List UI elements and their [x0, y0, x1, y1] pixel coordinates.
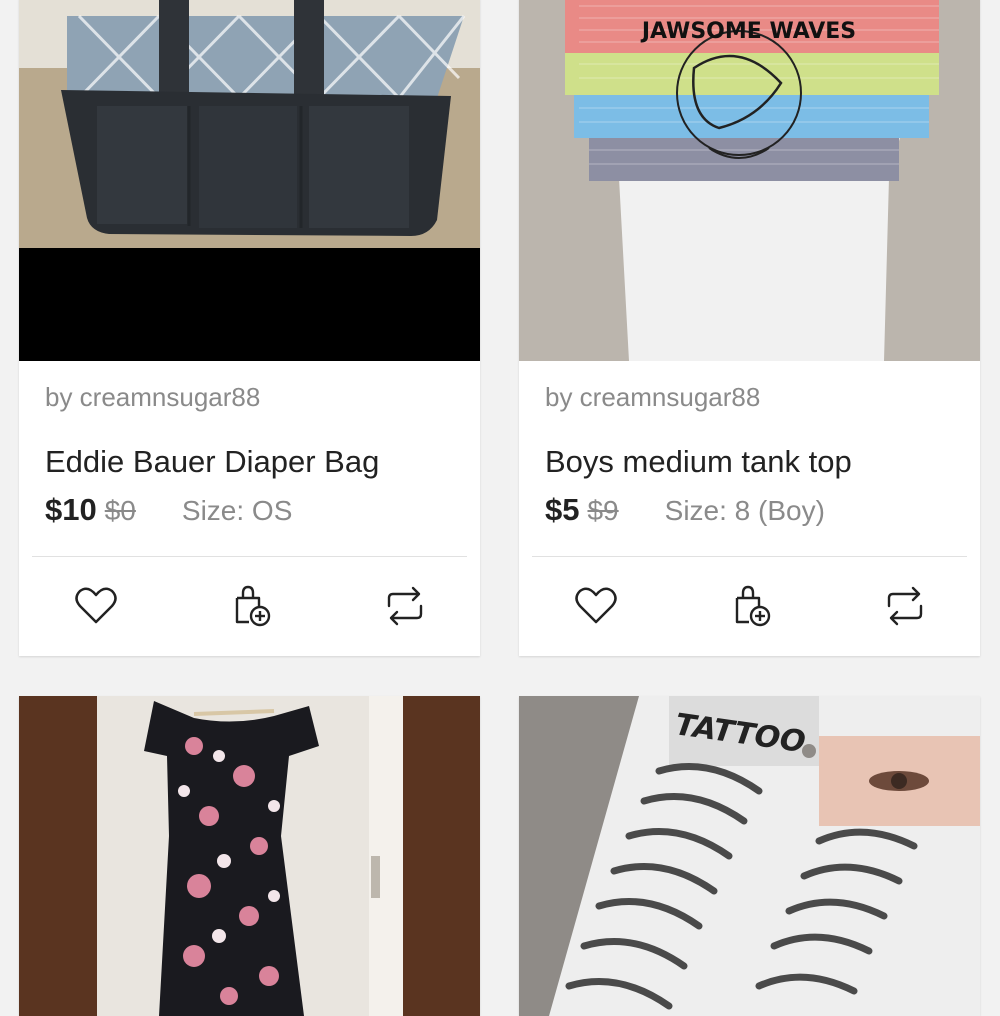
divider: [532, 556, 967, 557]
share-icon: [887, 586, 923, 626]
original-price: $9: [587, 495, 619, 526]
listing-title[interactable]: Boys medium tank top: [545, 444, 852, 480]
action-bar: [19, 578, 480, 634]
listing-card[interactable]: by creamnsugar88 Eddie Bauer Diaper Bag …: [19, 0, 480, 656]
listing-image[interactable]: [19, 0, 480, 361]
size-label: Size: OS: [181, 495, 293, 526]
price-row: $10 $0 Size: OS: [45, 492, 292, 528]
original-price: $0: [104, 495, 136, 526]
bundle-icon: [735, 585, 771, 627]
heart-icon: [575, 587, 617, 624]
price-row: $5 $9 Size: 8 (Boy): [545, 492, 825, 528]
price: $10: [45, 492, 97, 527]
listing-card[interactable]: [19, 696, 480, 1016]
add-to-bundle-button[interactable]: [223, 578, 279, 634]
add-to-bundle-button[interactable]: [723, 578, 779, 634]
listing-card[interactable]: JAWSOME WAVES by creamnsugar88 Boys medi…: [519, 0, 980, 656]
size-label: Size: 8 (Boy): [664, 495, 825, 526]
share-button[interactable]: [877, 578, 933, 634]
like-button[interactable]: [68, 578, 124, 634]
seller-name[interactable]: by creamnsugar88: [545, 382, 760, 413]
share-icon: [387, 586, 423, 626]
listing-title[interactable]: Eddie Bauer Diaper Bag: [45, 444, 379, 480]
listing-image[interactable]: TATTOO: [519, 696, 980, 1016]
price: $5: [545, 492, 580, 527]
seller-name[interactable]: by creamnsugar88: [45, 382, 260, 413]
heart-icon: [75, 587, 117, 624]
graphic-text: JAWSOME WAVES: [640, 19, 856, 44]
listing-image[interactable]: JAWSOME WAVES: [519, 0, 980, 361]
share-button[interactable]: [377, 578, 433, 634]
listing-card[interactable]: TATTOO: [519, 696, 980, 1016]
like-button[interactable]: [568, 578, 624, 634]
bundle-icon: [235, 585, 271, 627]
divider: [32, 556, 467, 557]
action-bar: [519, 578, 980, 634]
listing-image[interactable]: [19, 696, 480, 1016]
